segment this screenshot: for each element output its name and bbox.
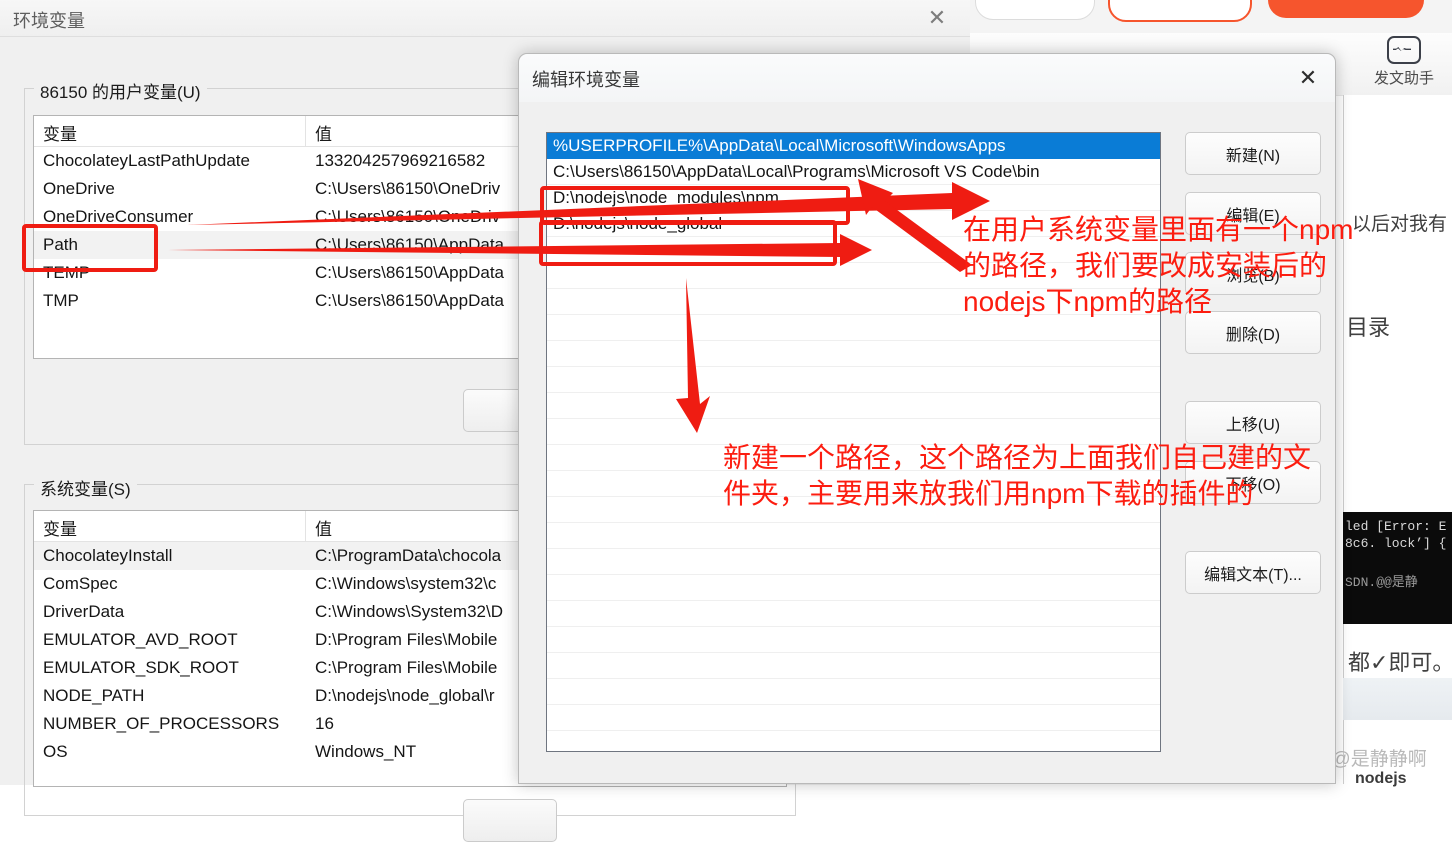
- path-entry[interactable]: [547, 731, 1160, 751]
- move-down-button[interactable]: 下移(O): [1185, 461, 1321, 504]
- variable-name: Path: [43, 235, 78, 254]
- edit-button[interactable]: 编辑(E): [1185, 192, 1321, 235]
- path-entries-list[interactable]: %USERPROFILE%\AppData\Local\Microsoft\Wi…: [546, 132, 1161, 752]
- background-text-line3: 都✓即可。: [1348, 650, 1452, 675]
- variable-name: ComSpec: [43, 574, 118, 593]
- path-entry[interactable]: [547, 445, 1160, 471]
- env-window-title: 环境变量: [13, 11, 85, 31]
- path-entry[interactable]: [547, 575, 1160, 601]
- terminal-line-1: led [Error: E: [1345, 519, 1447, 534]
- delete-button[interactable]: 删除(D): [1185, 311, 1321, 354]
- path-entry[interactable]: [547, 393, 1160, 419]
- browse-button-label: 浏览(B): [1226, 267, 1280, 285]
- path-entry[interactable]: [547, 315, 1160, 341]
- move-up-button-label: 上移(U): [1225, 416, 1281, 434]
- path-entry[interactable]: [547, 341, 1160, 367]
- publish-assistant-button[interactable]: 发文助手: [1373, 36, 1435, 88]
- path-entry[interactable]: [547, 367, 1160, 393]
- variable-name: OneDrive: [43, 179, 115, 198]
- env-window-titlebar: 环境变量 ✕: [0, 0, 970, 36]
- background-grey-band: [1343, 678, 1452, 720]
- variable-name: EMULATOR_AVD_ROOT: [43, 630, 238, 649]
- variable-name: OneDriveConsumer: [43, 207, 194, 226]
- path-entry[interactable]: [547, 237, 1160, 263]
- variable-name: DriverData: [43, 602, 125, 621]
- user-col-name: 变量: [34, 116, 306, 146]
- variable-value: C:\ProgramData\chocola: [315, 546, 502, 565]
- path-entry[interactable]: [547, 705, 1160, 731]
- variable-name: EMULATOR_SDK_ROOT: [43, 658, 239, 677]
- variable-value: C:\Users\86150\AppData: [315, 263, 504, 282]
- edit-text-button[interactable]: 编辑文本(T)...: [1185, 551, 1321, 594]
- path-entry[interactable]: [547, 523, 1160, 549]
- variable-value: C:\Users\86150\OneDriv: [315, 179, 501, 198]
- path-entry[interactable]: [547, 471, 1160, 497]
- variable-value: C:\Users\86150\AppData: [315, 235, 504, 254]
- new-button-label: 新建(N): [1225, 147, 1281, 165]
- user-col-value: 值: [315, 125, 332, 144]
- variable-name: ChocolateyLastPathUpdate: [43, 151, 250, 170]
- system-section-button[interactable]: [463, 799, 557, 842]
- variable-name: NODE_PATH: [43, 686, 145, 705]
- variable-value: Windows_NT: [315, 742, 417, 761]
- background-pill-button-2[interactable]: [1108, 0, 1252, 22]
- new-button[interactable]: 新建(N): [1185, 132, 1321, 175]
- system-col-value: 值: [315, 520, 332, 539]
- background-pill-button-3[interactable]: [1268, 0, 1424, 18]
- move-up-button[interactable]: 上移(U): [1185, 401, 1321, 444]
- system-col-name: 变量: [34, 511, 306, 541]
- publish-assistant-label: 发文助手: [1373, 70, 1434, 87]
- variable-value: C:\Users\86150\OneDriv: [315, 207, 501, 226]
- path-entry[interactable]: [547, 263, 1160, 289]
- close-icon[interactable]: ✕: [905, 0, 969, 36]
- path-entry[interactable]: [547, 419, 1160, 445]
- path-entry[interactable]: [547, 601, 1160, 627]
- background-pill-button-1[interactable]: [975, 0, 1095, 20]
- variable-value: 133204257969216582: [315, 151, 486, 170]
- variable-name: OS: [43, 742, 68, 761]
- path-entry[interactable]: [547, 549, 1160, 575]
- variable-value: D:\nodejs\node_global\r: [315, 686, 495, 705]
- variable-name: ChocolateyInstall: [43, 546, 173, 565]
- system-variables-legend: 系统变量(S): [34, 475, 137, 500]
- variable-value: 16: [315, 714, 334, 733]
- variable-value: C:\Users\86150\AppData: [315, 291, 504, 310]
- background-bottom-word: nodejs: [1355, 770, 1407, 787]
- path-entry[interactable]: [547, 653, 1160, 679]
- path-entry[interactable]: [547, 289, 1160, 315]
- edit-text-button-label: 编辑文本(T)...: [1204, 566, 1302, 584]
- delete-button-label: 删除(D): [1225, 326, 1281, 344]
- variable-name: TEMP: [43, 263, 91, 282]
- path-entry[interactable]: D:\nodejs\node_modules\npm: [547, 185, 1160, 211]
- move-down-button-label: 下移(O): [1225, 476, 1281, 494]
- path-entry[interactable]: [547, 627, 1160, 653]
- edit-dialog-title: 编辑环境变量: [532, 70, 640, 90]
- background-text-line2: 目录: [1346, 315, 1391, 340]
- terminal-line-2: 8c6. lock’] {: [1345, 536, 1447, 551]
- path-entry[interactable]: C:\Users\86150\AppData\Local\Programs\Mi…: [547, 159, 1160, 185]
- background-text-line1: 以后对我有: [1352, 214, 1448, 235]
- variable-value: C:\Program Files\Mobile: [315, 658, 498, 677]
- pulse-chip-icon: [1387, 36, 1421, 64]
- edit-environment-variable-dialog: 编辑环境变量 ✕ %USERPROFILE%\AppData\Local\Mic…: [518, 53, 1336, 784]
- background-terminal: led [Error: E 8c6. lock’] { SDN.@@是静: [1343, 512, 1452, 624]
- browse-button[interactable]: 浏览(B): [1185, 252, 1321, 295]
- variable-name: TMP: [43, 291, 79, 310]
- edit-button-label: 编辑(E): [1226, 207, 1280, 225]
- path-entry[interactable]: D:\nodejs\node_global: [547, 211, 1160, 237]
- path-entry[interactable]: [547, 679, 1160, 705]
- terminal-watermark: SDN.@@是静: [1345, 575, 1418, 590]
- variable-value: C:\Windows\System32\D: [315, 602, 503, 621]
- edit-dialog-titlebar: 编辑环境变量 ✕: [519, 54, 1335, 102]
- path-entry[interactable]: [547, 497, 1160, 523]
- path-entry[interactable]: %USERPROFILE%\AppData\Local\Microsoft\Wi…: [547, 133, 1160, 159]
- variable-value: D:\Program Files\Mobile: [315, 630, 498, 649]
- user-variables-legend: 86150 的用户变量(U): [34, 78, 207, 103]
- variable-name: NUMBER_OF_PROCESSORS: [43, 714, 280, 733]
- variable-value: C:\Windows\system32\c: [315, 574, 497, 593]
- close-icon[interactable]: ✕: [1281, 54, 1335, 102]
